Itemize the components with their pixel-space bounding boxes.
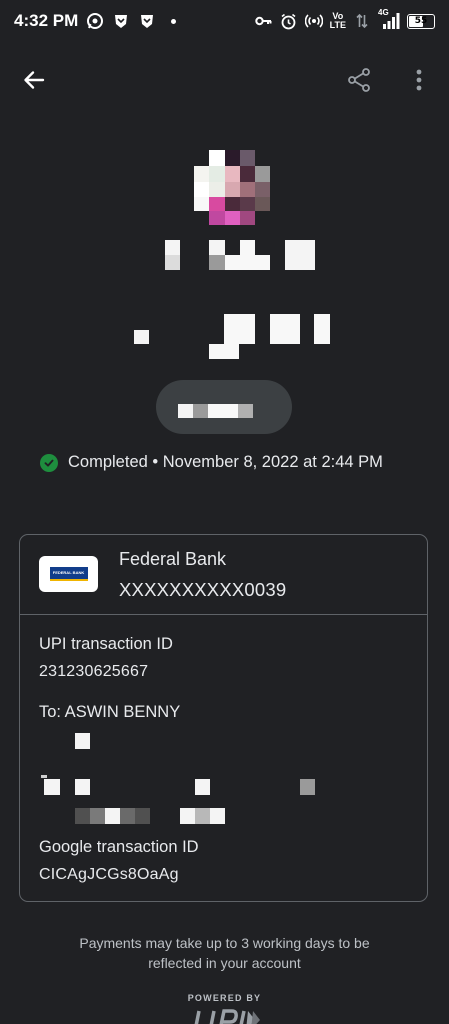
bank-logo-text: FEDERAL BANK bbox=[49, 567, 88, 581]
federal-bank-logo: FEDERAL BANK bbox=[39, 556, 98, 592]
dot-icon bbox=[164, 12, 182, 30]
transaction-details-card: FEDERAL BANK Federal Bank XXXXXXXXXX0039… bbox=[19, 534, 428, 902]
whatsapp-icon bbox=[86, 12, 104, 30]
google-transaction-id-value: CICAgJCGs8OaAg bbox=[39, 866, 179, 883]
upi-transaction-id-label: UPI transaction ID bbox=[39, 635, 173, 653]
back-button[interactable] bbox=[18, 64, 50, 96]
share-icon bbox=[348, 68, 370, 92]
battery-level: 55 bbox=[414, 16, 428, 26]
volte-text-bottom: LTE bbox=[329, 20, 346, 30]
bank-name: Federal Bank bbox=[119, 549, 227, 569]
status-left-icons bbox=[86, 12, 182, 30]
brave-icon bbox=[112, 12, 130, 30]
alarm-icon bbox=[280, 12, 298, 30]
payment-delay-note: Payments may take up to 3 working days t… bbox=[0, 933, 449, 973]
status-right-icons: Vo LTE 4G 55 bbox=[254, 8, 435, 30]
upi-logo-icon bbox=[192, 1008, 262, 1024]
payment-delay-note-line1: Payments may take up to 3 working days t… bbox=[79, 935, 370, 951]
check-circle-icon bbox=[40, 453, 58, 472]
to-payee-label: To: ASWIN BENNY bbox=[39, 703, 181, 721]
battery-icon: 55 bbox=[407, 13, 435, 29]
status-time: 4:32 PM bbox=[14, 11, 79, 30]
status-label: Completed bbox=[68, 453, 148, 471]
arrow-back-icon bbox=[24, 71, 45, 89]
status-separator: • bbox=[152, 453, 159, 471]
transaction-status-line: Completed • November 8, 2022 at 2:44 PM bbox=[40, 453, 383, 472]
key-icon bbox=[254, 12, 273, 30]
signal-4g-icon: 4G bbox=[378, 8, 400, 30]
powered-by-label: POWERED BY bbox=[187, 993, 262, 1003]
more-vert-icon bbox=[416, 69, 422, 91]
network-label: 4G bbox=[378, 8, 389, 17]
google-transaction-id-label: Google transaction ID bbox=[39, 838, 199, 856]
share-button[interactable] bbox=[343, 64, 375, 96]
volte-icon: Vo LTE bbox=[330, 12, 346, 30]
status-bar: 4:32 PM Vo LTE 4G 55 bbox=[0, 0, 449, 46]
hotspot-icon bbox=[304, 12, 323, 30]
brave-icon bbox=[138, 12, 156, 30]
status-chip-redacted bbox=[156, 380, 292, 434]
payment-delay-note-line2: reflected in your account bbox=[148, 955, 301, 971]
bank-account-row: FEDERAL BANK Federal Bank XXXXXXXXXX0039 bbox=[20, 535, 427, 615]
more-options-button[interactable] bbox=[404, 64, 434, 96]
data-arrows-icon bbox=[353, 12, 371, 30]
app-bar bbox=[0, 56, 449, 104]
bank-account-number: XXXXXXXXXX0039 bbox=[119, 579, 287, 600]
status-text: Completed • November 8, 2022 at 2:44 PM bbox=[68, 453, 383, 472]
upi-transaction-id-value: 231230625667 bbox=[39, 663, 149, 680]
transaction-datetime: November 8, 2022 at 2:44 PM bbox=[162, 453, 383, 471]
